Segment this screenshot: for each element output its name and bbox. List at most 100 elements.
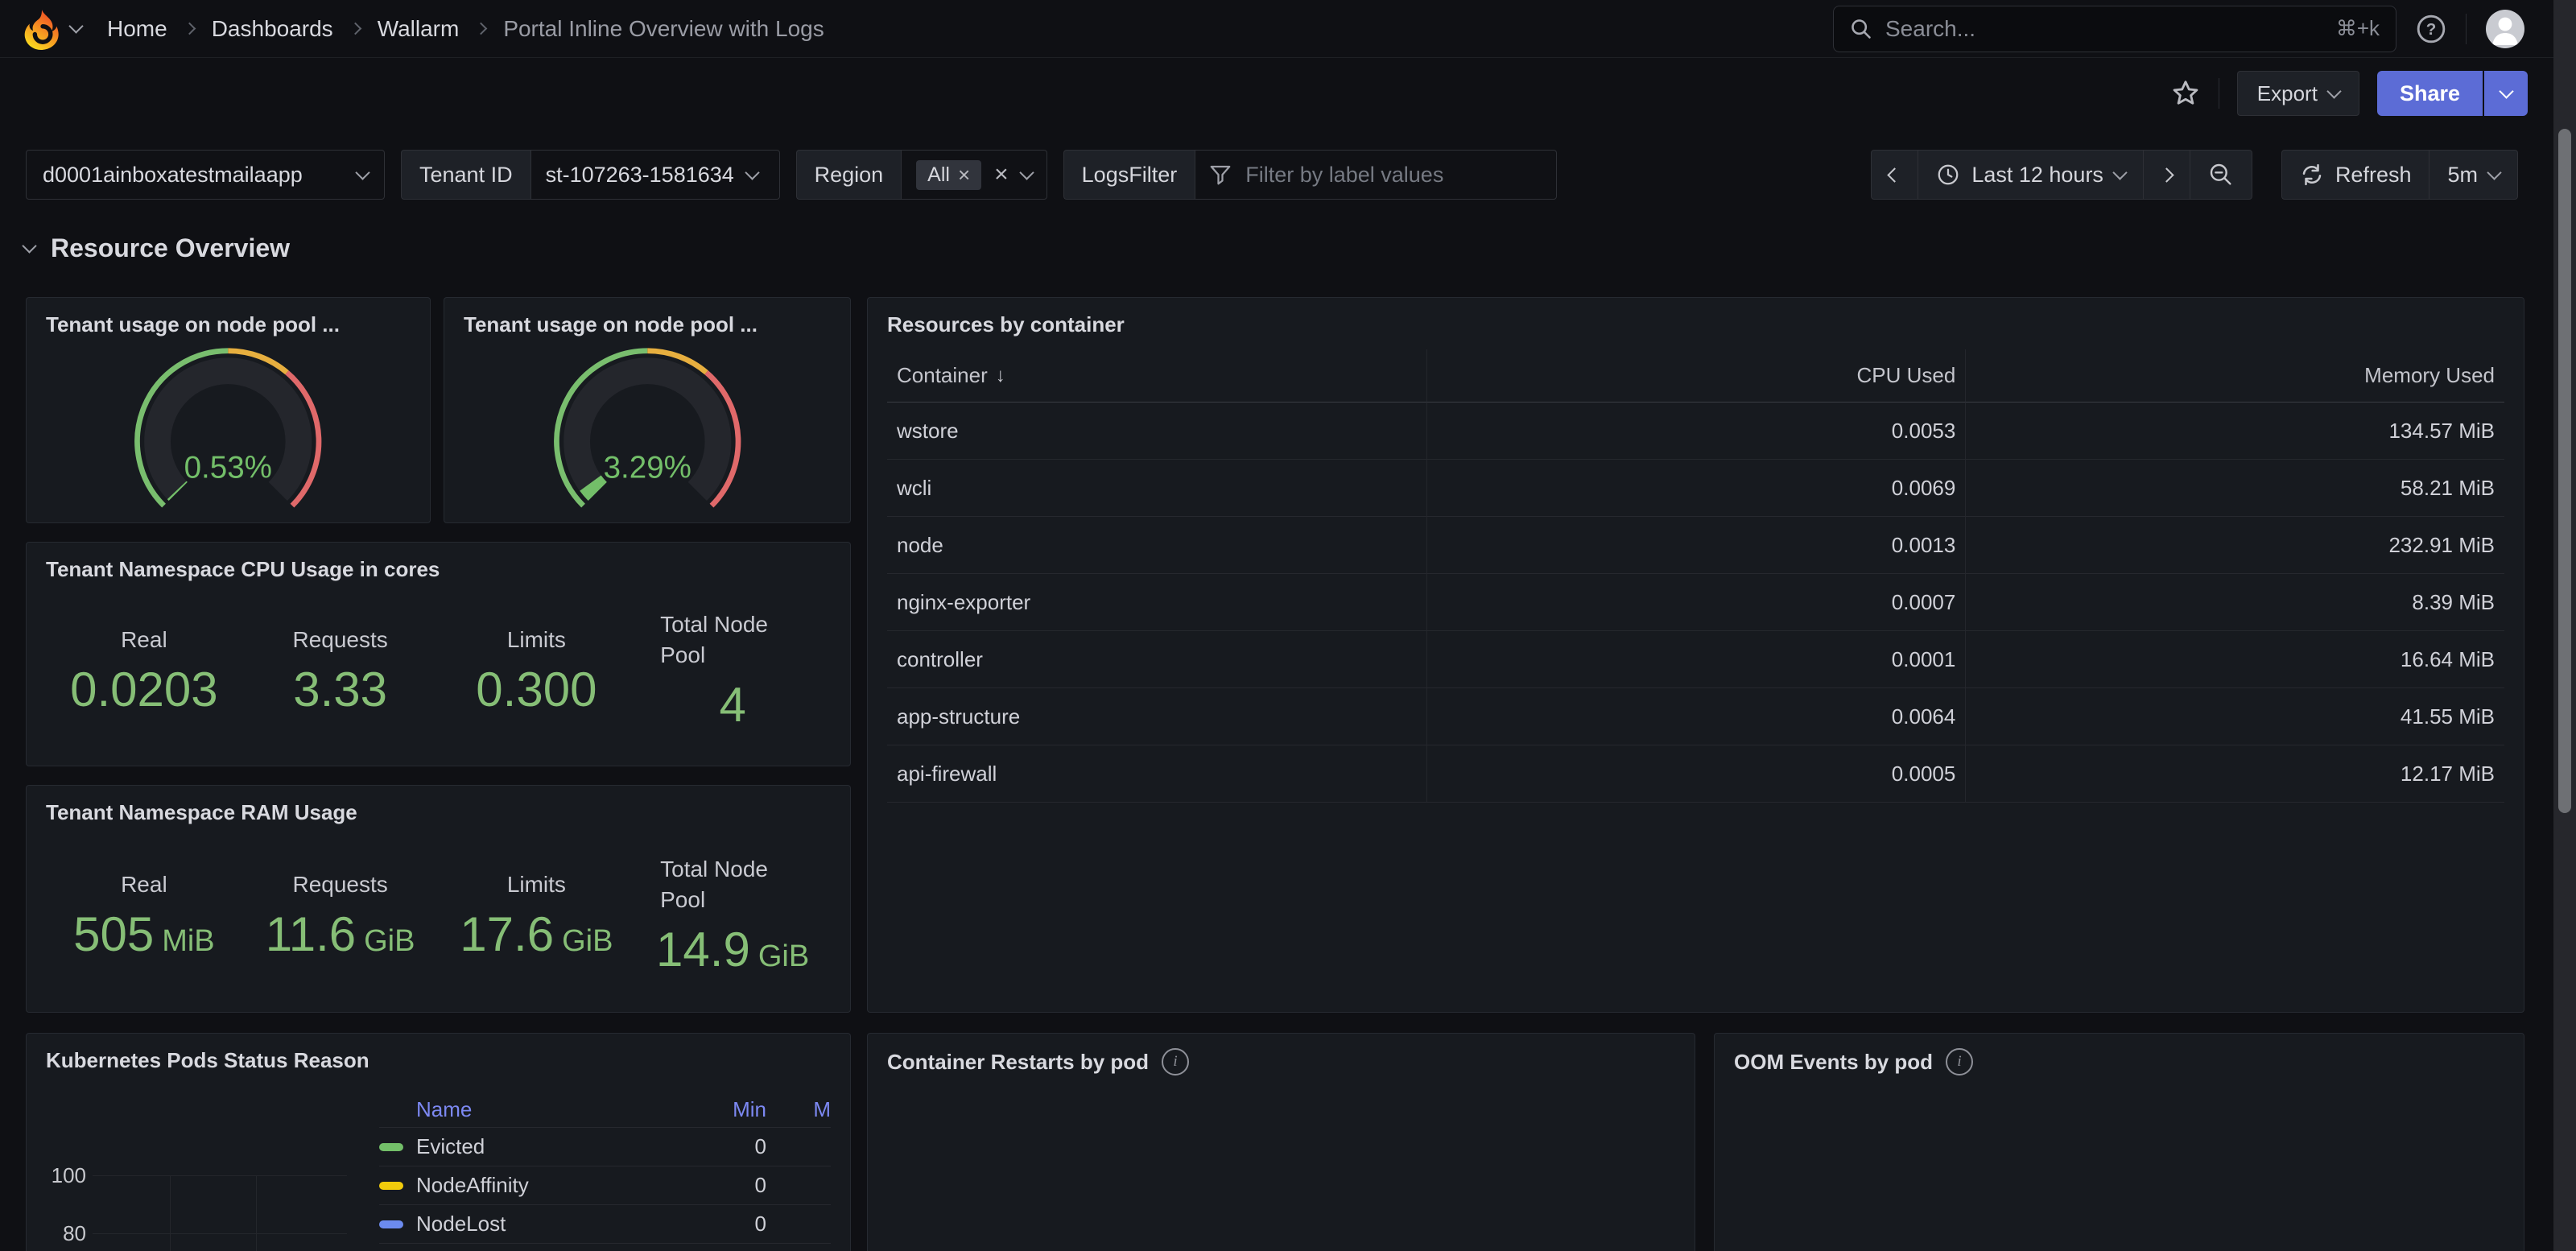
column-header-memory-used[interactable]: Memory Used <box>1965 349 2504 403</box>
region-chip-value: All <box>927 163 950 187</box>
tenant-id-value: st-107263-1581634 <box>546 163 734 188</box>
panel-cpu-usage: Tenant Namespace CPU Usage in cores Real… <box>26 542 851 766</box>
page-scrollbar-track[interactable] <box>2553 0 2576 1251</box>
table-cell-cpu: 0.0005 <box>1426 745 1966 803</box>
stat-real: Real 505MiB <box>46 832 242 996</box>
share-chevron-down-icon <box>2499 84 2513 98</box>
legend-row: Evicted 0 <box>379 1128 831 1166</box>
grafana-logo-button[interactable] <box>21 8 81 50</box>
panel-title[interactable]: Container Restarts by pod <box>887 1050 1149 1075</box>
user-avatar[interactable] <box>2486 10 2524 48</box>
favorite-star-button[interactable] <box>2170 78 2201 109</box>
legend-header-name[interactable]: Name <box>379 1097 646 1122</box>
stat-label: Total Node Pool <box>660 609 805 671</box>
legend-series[interactable]: NodeAffinity <box>379 1173 646 1198</box>
stat-value: 0.300 <box>476 666 597 714</box>
stat-unit: GiB <box>364 924 415 958</box>
panel-title[interactable]: Tenant Namespace RAM Usage <box>46 800 357 825</box>
tenant-id-dropdown[interactable]: st-107263-1581634 <box>530 150 780 200</box>
share-menu-button[interactable] <box>2484 71 2528 116</box>
table-cell-container: api-firewall <box>887 745 1426 803</box>
chevron-right-icon <box>2159 167 2174 182</box>
stat-visualization: Real 0.0203 Requests 3.33 Limits 0.300 T… <box>46 589 831 749</box>
stat-value: 4 <box>719 681 745 729</box>
logsfilter-input-box[interactable] <box>1195 150 1557 200</box>
gauge-value: 0.53% <box>184 451 272 485</box>
panel-title[interactable]: Resources by container <box>887 312 1125 337</box>
panel-title[interactable]: Kubernetes Pods Status Reason <box>46 1048 369 1073</box>
app-variable-dropdown[interactable]: d0001ainboxatestmailaapp <box>26 150 385 200</box>
export-button[interactable]: Export <box>2237 71 2359 116</box>
logsfilter-input[interactable] <box>1244 162 1543 188</box>
legend-header-max[interactable]: M <box>766 1097 831 1122</box>
series-min-value: 0 <box>646 1173 766 1198</box>
timeseries-plot: 100 80 60 <box>46 1103 368 1251</box>
logo-chevron-down-icon <box>68 19 83 33</box>
chevron-down-icon <box>2112 165 2127 180</box>
stat-unit: GiB <box>562 924 613 958</box>
clock-icon <box>1936 163 1960 187</box>
legend-header-min[interactable]: Min <box>646 1097 766 1122</box>
breadcrumb-separator-icon <box>475 23 488 35</box>
panel-title[interactable]: OOM Events by pod <box>1734 1050 1933 1075</box>
logsfilter-label: LogsFilter <box>1063 150 1195 200</box>
time-range-group: Last 12 hours <box>1871 150 2252 200</box>
stat-label: Limits <box>507 869 566 900</box>
chevron-down-icon <box>355 165 369 180</box>
stat-value: 14.9GiB <box>656 926 809 974</box>
gauge-chart: 3.29% <box>547 345 749 515</box>
help-button[interactable]: ? <box>2416 14 2446 44</box>
svg-text:?: ? <box>2426 20 2437 39</box>
nav-right-cluster: ⌘+k ? <box>1833 6 2524 52</box>
page-scrollbar-thumb[interactable] <box>2558 129 2571 813</box>
gauge-value: 3.29% <box>603 451 691 485</box>
column-header-cpu-used[interactable]: CPU Used <box>1426 349 1966 403</box>
stat-limits: Limits 0.300 <box>439 589 635 749</box>
tenant-id-variable: Tenant ID st-107263-1581634 <box>401 150 780 200</box>
region-chip[interactable]: All × <box>916 160 981 190</box>
column-header-label: Container <box>897 363 988 388</box>
chevron-down-icon <box>1019 165 1034 180</box>
gridline-vertical <box>170 1175 171 1251</box>
nav-divider <box>2466 14 2467 44</box>
table-cell-container: nginx-exporter <box>887 574 1426 631</box>
global-search[interactable]: ⌘+k <box>1833 6 2396 52</box>
panel-container-restarts: Container Restarts by pod i <box>867 1033 1695 1251</box>
gauge-visualization: 3.29% <box>444 345 850 518</box>
panel-title[interactable]: Tenant usage on node pool ... <box>46 312 340 337</box>
region-chip-remove-icon[interactable]: × <box>958 164 970 185</box>
column-header-container[interactable]: Container ↓ <box>887 349 1426 403</box>
stat-real: Real 0.0203 <box>46 589 242 749</box>
time-shift-forward-button[interactable] <box>2143 151 2190 199</box>
search-icon <box>1850 18 1872 40</box>
breadcrumb-separator-icon <box>349 23 361 35</box>
table-cell-cpu: 0.0007 <box>1426 574 1966 631</box>
stat-number: 11.6 <box>266 907 356 961</box>
breadcrumb-dashboards[interactable]: Dashboards <box>212 16 333 42</box>
time-range-picker[interactable]: Last 12 hours <box>1918 151 2143 199</box>
panel-title[interactable]: Tenant usage on node pool ... <box>464 312 758 337</box>
refresh-button[interactable]: Refresh <box>2282 151 2429 199</box>
legend-series[interactable]: Evicted <box>379 1134 646 1159</box>
row-resource-overview[interactable]: Resource Overview <box>24 233 290 263</box>
search-input[interactable] <box>1884 15 2325 43</box>
breadcrumb-folder[interactable]: Wallarm <box>378 16 460 42</box>
share-button[interactable]: Share <box>2377 71 2483 116</box>
refresh-interval-dropdown[interactable]: 5m <box>2429 151 2517 199</box>
stat-unit: MiB <box>162 924 214 958</box>
panel-title[interactable]: Tenant Namespace CPU Usage in cores <box>46 557 440 582</box>
column-header-label: Memory Used <box>2364 363 2495 388</box>
chevron-down-icon <box>745 165 759 180</box>
stat-number: 17.6 <box>460 907 554 961</box>
time-shift-back-button[interactable] <box>1872 151 1918 199</box>
region-clear-all-icon[interactable]: × <box>994 163 1009 187</box>
stat-label: Requests <box>292 625 387 655</box>
breadcrumb-home[interactable]: Home <box>107 16 167 42</box>
legend-series[interactable]: NodeLost <box>379 1212 646 1237</box>
region-dropdown[interactable]: All × × <box>901 150 1047 200</box>
zoom-out-time-button[interactable] <box>2190 151 2252 199</box>
info-icon[interactable]: i <box>1162 1048 1189 1076</box>
stat-number: 505 <box>73 907 154 961</box>
info-icon[interactable]: i <box>1946 1048 1973 1076</box>
series-color-pill <box>379 1143 403 1151</box>
